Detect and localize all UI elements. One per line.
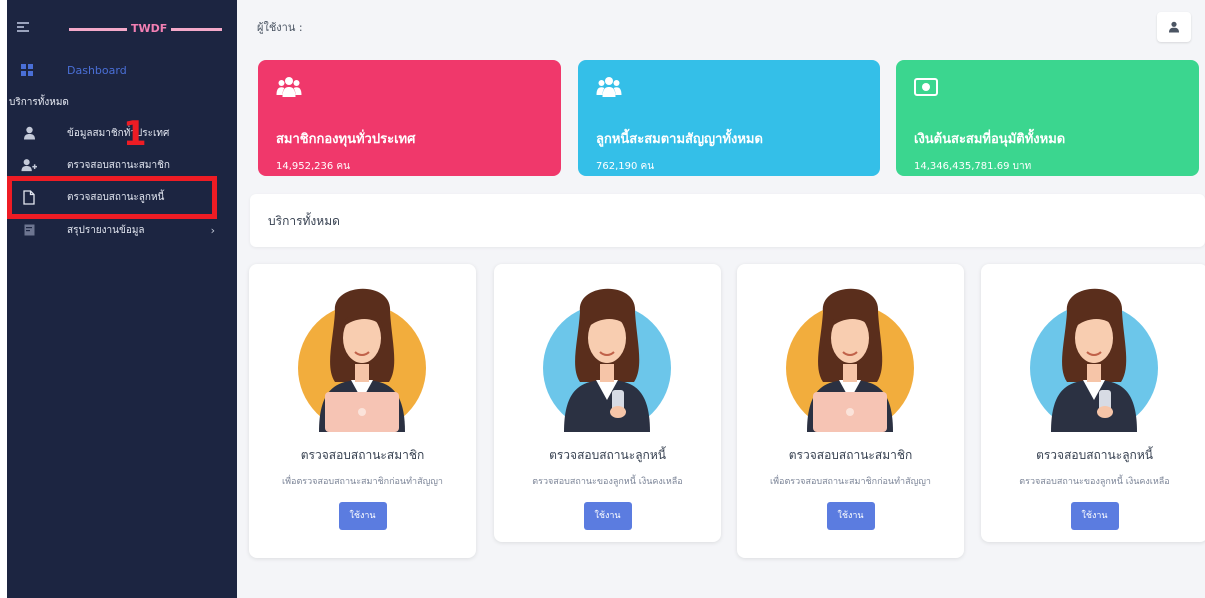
user-icon (1169, 21, 1179, 33)
service-card-description: เพื่อตรวจสอบสถานะสมาชิกก่อนทำสัญญา (770, 477, 931, 487)
brand-text: TWDF (127, 22, 172, 36)
service-card-description: ตรวจสอบสถานะของลูกหนี้ เงินคงเหลือ (1019, 477, 1170, 487)
sidebar-item-label: ตรวจสอบสถานะสมาชิก (67, 159, 170, 171)
service-card-title: ตรวจสอบสถานะสมาชิก (300, 448, 425, 462)
app-window: TWDF Dashboard บริการทั้งหมด ข้อมูลสมาชิ… (0, 0, 1205, 598)
service-card-description: ตรวจสอบสถานะของลูกหนี้ เงินคงเหลือ (532, 477, 683, 487)
stat-title: สมาชิกกองทุนทั่วประเทศ (276, 132, 416, 147)
woman-phone-icon (494, 272, 721, 432)
money-icon (914, 76, 1181, 104)
users-icon (596, 76, 862, 104)
dashboard-icon (21, 64, 33, 76)
sidebar-item-dashboard[interactable]: Dashboard (21, 60, 231, 80)
sidebar-item-report-summary[interactable]: สรุปรายงานข้อมูล › (21, 219, 221, 241)
report-icon (21, 222, 37, 238)
service-card-title: ตรวจสอบสถานะลูกหนี้ (1036, 448, 1153, 462)
main-content: สมาชิกกองทุนทั่วประเทศ 14,952,236 คน ลูก… (237, 52, 1205, 598)
service-card-title: ตรวจสอบสถานะสมาชิก (788, 448, 913, 462)
use-button[interactable]: ใช้งาน (338, 502, 387, 530)
service-card-debtor-status[interactable]: ตรวจสอบสถานะลูกหนี้ ตรวจสอบสถานะของลูกหน… (494, 264, 721, 542)
user-plus-icon (21, 157, 37, 173)
services-header: บริการทั้งหมด (250, 194, 1205, 247)
sidebar-item-label: สรุปรายงานข้อมูล (67, 224, 145, 236)
stat-value: 762,190 คน (596, 161, 655, 172)
use-button[interactable]: ใช้งาน (583, 502, 632, 530)
annotation-highlight-box (7, 176, 217, 219)
woman-laptop-icon (249, 272, 476, 432)
stat-title: เงินต้นสะสมที่อนุมัติทั้งหมด (914, 132, 1066, 147)
services-header-title: บริการทั้งหมด (268, 214, 340, 228)
annotation-step-number: 1 (123, 114, 147, 154)
users-icon (276, 76, 543, 104)
stat-title: ลูกหนี้สะสมตามสัญญาทั้งหมด (596, 132, 763, 147)
stat-card-members: สมาชิกกองทุนทั่วประเทศ 14,952,236 คน (258, 60, 561, 176)
service-card-member-status[interactable]: ตรวจสอบสถานะสมาชิก เพื่อตรวจสอบสถานะสมาช… (737, 264, 964, 558)
stat-card-debtors: ลูกหนี้สะสมตามสัญญาทั้งหมด 762,190 คน (578, 60, 880, 176)
service-card-debtor-status[interactable]: ตรวจสอบสถานะลูกหนี้ ตรวจสอบสถานะของลูกหน… (981, 264, 1205, 542)
user-icon (21, 125, 37, 141)
top-bar: ผู้ใช้งาน : (237, 0, 1205, 52)
sidebar-section-label: บริการทั้งหมด (9, 97, 69, 108)
sidebar-item-label: ข้อมูลสมาชิกทั่วประเทศ (67, 127, 170, 139)
user-menu-button[interactable] (1157, 12, 1191, 42)
sidebar: TWDF Dashboard บริการทั้งหมด ข้อมูลสมาชิ… (7, 0, 237, 598)
sidebar-item-label: Dashboard (67, 63, 127, 77)
woman-phone-icon (981, 272, 1205, 432)
stat-value: 14,952,236 คน (276, 161, 350, 172)
chevron-right-icon: › (210, 223, 215, 237)
menu-toggle-icon[interactable] (17, 22, 29, 34)
use-button[interactable]: ใช้งาน (1070, 502, 1119, 530)
woman-laptop-icon (737, 272, 964, 432)
stat-value: 14,346,435,781.69 บาท (914, 161, 1032, 172)
use-button[interactable]: ใช้งาน (826, 502, 875, 530)
brand-logo[interactable]: TWDF (69, 22, 222, 36)
user-label: ผู้ใช้งาน : (257, 21, 303, 34)
service-card-description: เพื่อตรวจสอบสถานะสมาชิกก่อนทำสัญญา (282, 477, 443, 487)
sidebar-header: TWDF (7, 0, 237, 52)
sidebar-item-members-nationwide[interactable]: ข้อมูลสมาชิกทั่วประเทศ (21, 122, 221, 144)
service-card-title: ตรวจสอบสถานะลูกหนี้ (549, 448, 666, 462)
stat-card-principal: เงินต้นสะสมที่อนุมัติทั้งหมด 14,346,435,… (896, 60, 1199, 176)
sidebar-item-member-status[interactable]: ตรวจสอบสถานะสมาชิก (21, 154, 221, 176)
service-card-member-status[interactable]: ตรวจสอบสถานะสมาชิก เพื่อตรวจสอบสถานะสมาช… (249, 264, 476, 558)
